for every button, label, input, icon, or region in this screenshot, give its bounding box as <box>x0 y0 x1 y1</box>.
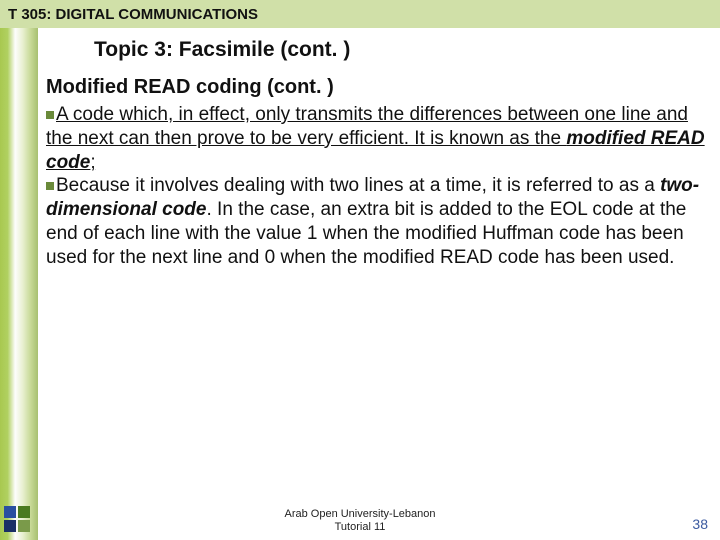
course-header: T 305: DIGITAL COMMUNICATIONS <box>0 0 720 28</box>
footer-line1: Arab Open University-Lebanon <box>0 508 720 521</box>
bullet-icon <box>46 182 54 190</box>
course-code: T 305: DIGITAL COMMUNICATIONS <box>8 6 258 23</box>
bullet-2-pre: Because it involves dealing with two lin… <box>56 175 660 196</box>
page-number: 38 <box>692 516 708 532</box>
footer-line2: Tutorial 11 <box>0 521 720 534</box>
slide-content: Topic 3: Facsimile (cont. ) Modified REA… <box>46 32 706 269</box>
topic-title: Topic 3: Facsimile (cont. ) <box>94 38 706 62</box>
slide-footer: Arab Open University-Lebanon Tutorial 11 <box>0 508 720 534</box>
bullet-2: Because it involves dealing with two lin… <box>46 174 706 269</box>
bullet-1: A code which, in effect, only transmits … <box>46 103 706 174</box>
side-decoration <box>0 28 38 540</box>
bullet-1-post: ; <box>90 152 95 173</box>
section-heading: Modified READ coding (cont. ) <box>46 76 706 99</box>
bullet-icon <box>46 111 54 119</box>
